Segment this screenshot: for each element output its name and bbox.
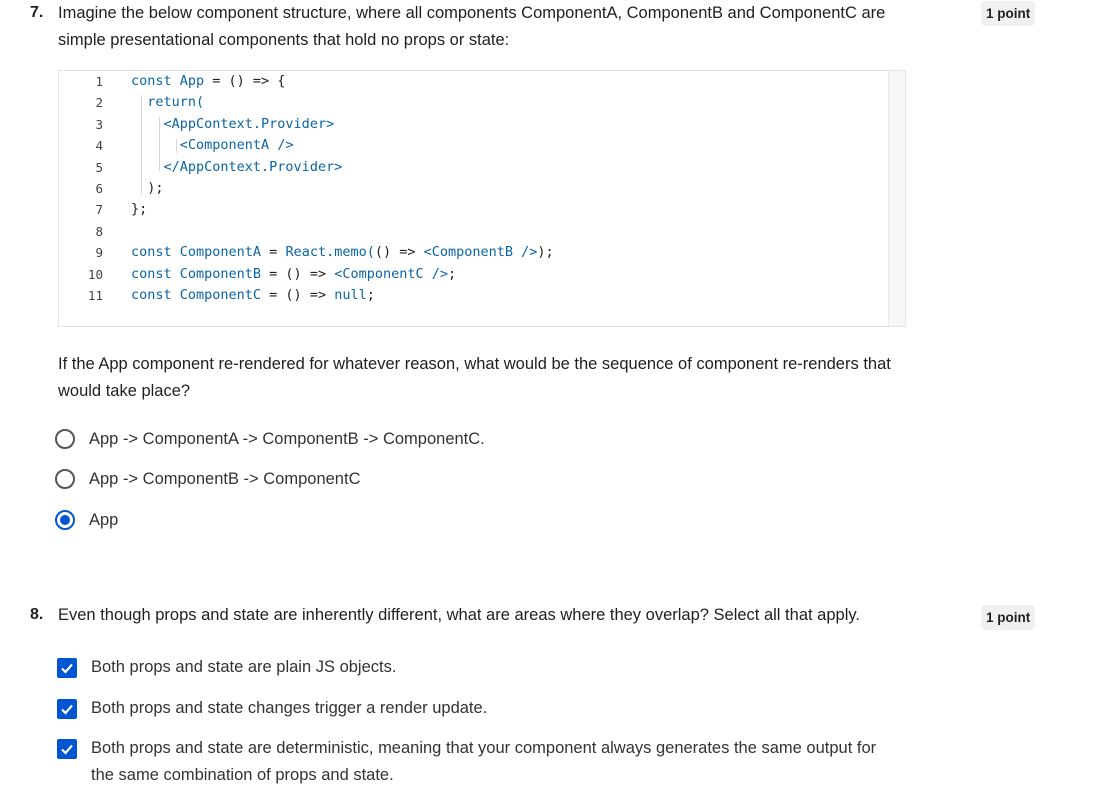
checkmark-icon xyxy=(61,744,73,755)
option-label: Both props and state changes trigger a r… xyxy=(91,699,488,717)
code-token: = xyxy=(261,244,286,261)
code-line: <ComponentA /> xyxy=(131,135,554,156)
code-token: ); xyxy=(147,179,164,196)
code-token: <AppContext.Provider> xyxy=(163,115,335,132)
question-prompt: Even though props and state are inherent… xyxy=(58,606,860,624)
line-number: 7 xyxy=(95,202,103,218)
code-token: = () => xyxy=(261,265,335,282)
code-token: return( xyxy=(147,94,205,111)
option-label: Both props and state are plain JS object… xyxy=(91,658,397,676)
code-line: const ComponentC = () => null; xyxy=(131,285,554,306)
code-token: </AppContext.Provider> xyxy=(163,158,343,175)
line-number: 5 xyxy=(95,159,103,175)
line-number: 6 xyxy=(95,180,103,196)
radio-option[interactable]: App -> ComponentA -> ComponentB -> Compo… xyxy=(55,425,485,453)
code-line: <AppContext.Provider> xyxy=(131,114,554,135)
code-lines: const App = () => { return( <AppContext.… xyxy=(131,71,554,306)
code-token: <ComponentB /> xyxy=(423,244,538,261)
code-block: 1 2 3 4 5 6 7 8 9 10 11 const App = () =… xyxy=(58,70,906,327)
question-number: 8. xyxy=(30,606,44,623)
radio-button[interactable] xyxy=(55,429,75,449)
option-label: App xyxy=(89,510,119,529)
code-line: ); xyxy=(131,178,554,199)
checkbox-option[interactable]: Both props and state are deterministic, … xyxy=(57,739,891,789)
checkmark-icon xyxy=(61,663,73,674)
code-token: const ComponentA xyxy=(131,244,262,261)
code-line: const App = () => { xyxy=(131,71,554,92)
code-token: () => xyxy=(374,244,424,261)
code-token: const App xyxy=(131,73,205,89)
code-line: }; xyxy=(131,199,554,220)
code-token: const ComponentB xyxy=(131,265,262,282)
checkbox-checked[interactable] xyxy=(57,739,77,759)
line-number: 9 xyxy=(95,245,103,261)
code-token: React.memo( xyxy=(285,244,375,261)
checkbox-option[interactable]: Both props and state are plain JS object… xyxy=(57,658,891,681)
option-label: App -> ComponentA -> ComponentB -> Compo… xyxy=(89,429,485,448)
code-token: ); xyxy=(537,244,554,261)
code-token: <ComponentC /> xyxy=(334,265,448,282)
code-token: null xyxy=(334,286,367,303)
radio-button-selected[interactable] xyxy=(55,510,75,530)
checkbox-checked[interactable] xyxy=(57,658,77,678)
code-token: ; xyxy=(448,265,457,282)
radio-option[interactable]: App -> ComponentB -> ComponentC xyxy=(55,465,361,493)
code-token: }; xyxy=(131,201,148,218)
checkmark-icon xyxy=(61,704,73,715)
line-number: 2 xyxy=(95,95,103,111)
code-line: const ComponentA = React.memo(() => <Com… xyxy=(131,242,554,263)
code-token: = () => { xyxy=(204,73,286,89)
question-number: 7. xyxy=(30,4,44,21)
code-token: const ComponentC xyxy=(131,286,262,303)
code-line: const ComponentB = () => <ComponentC />; xyxy=(131,264,554,285)
option-label: App -> ComponentB -> ComponentC xyxy=(89,469,361,488)
line-number-gutter: 1 2 3 4 5 6 7 8 9 10 11 xyxy=(59,71,103,306)
code-token: ; xyxy=(366,286,375,303)
line-number: 10 xyxy=(87,266,103,282)
radio-button[interactable] xyxy=(55,469,75,489)
points-badge: 1 point xyxy=(981,605,1036,630)
code-token: = () => xyxy=(261,286,335,303)
code-token: <ComponentA /> xyxy=(179,137,294,154)
line-number: 11 xyxy=(87,287,103,303)
line-number: 3 xyxy=(95,116,103,132)
points-badge: 1 point xyxy=(981,1,1036,26)
checkbox-option[interactable]: Both props and state changes trigger a r… xyxy=(57,699,891,722)
checkbox-checked[interactable] xyxy=(57,699,77,719)
line-number: 8 xyxy=(95,223,103,239)
question-text: If the App component re-rendered for wha… xyxy=(58,355,891,400)
code-line: return( xyxy=(131,92,554,113)
code-line: </AppContext.Provider> xyxy=(131,157,554,178)
option-label: Both props and state are deterministic, … xyxy=(91,739,877,784)
line-number: 4 xyxy=(95,138,103,154)
line-number: 1 xyxy=(95,74,103,89)
question-prompt: Imagine the below component structure, w… xyxy=(58,4,886,49)
code-scrollbar[interactable] xyxy=(888,71,905,326)
radio-option-selected[interactable]: App xyxy=(55,506,118,534)
